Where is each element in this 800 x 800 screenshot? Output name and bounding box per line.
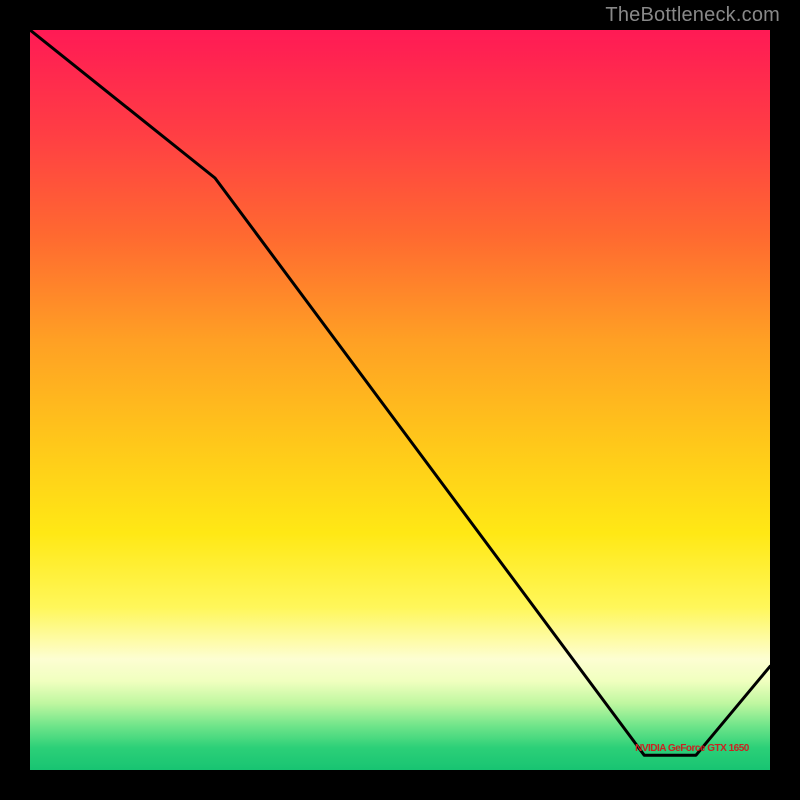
line-chart-svg <box>30 30 770 770</box>
chart-frame: TheBottleneck.com NVIDIA GeForce GTX 165… <box>0 0 800 800</box>
gpu-label: NVIDIA GeForce GTX 1650 <box>635 743 749 754</box>
watermark-text: TheBottleneck.com <box>605 4 780 27</box>
plot-area: NVIDIA GeForce GTX 1650 <box>30 30 770 770</box>
chart-line <box>30 30 770 755</box>
